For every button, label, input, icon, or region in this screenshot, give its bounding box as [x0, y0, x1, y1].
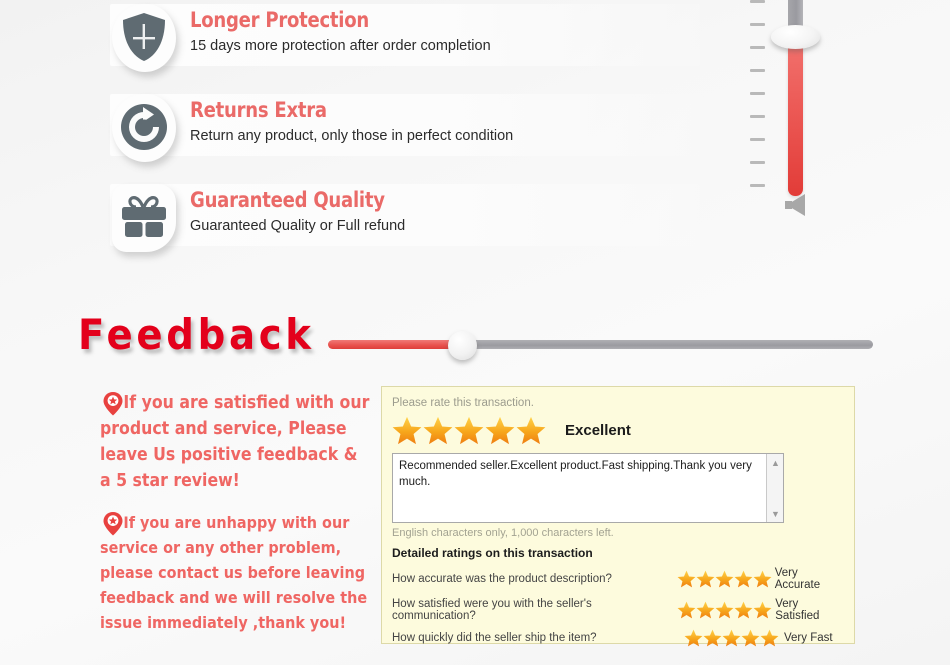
star-icon[interactable]	[684, 629, 703, 647]
tick-mark	[750, 115, 765, 118]
tick-mark	[750, 0, 765, 3]
rating-stars[interactable]	[684, 629, 784, 647]
textarea-scrollbar[interactable]: ▲ ▼	[766, 454, 783, 522]
star-icon[interactable]	[753, 570, 772, 588]
star-icon[interactable]	[516, 416, 546, 445]
speaker-icon[interactable]	[779, 190, 813, 220]
slider-track-empty[interactable]	[464, 340, 873, 349]
star-icon[interactable]	[423, 416, 453, 445]
vertical-volume-slider[interactable]	[745, 0, 835, 234]
feedback-note: If you are unhappy with our service or a…	[100, 510, 380, 635]
feedback-notes: If you are satisfied with our product an…	[100, 390, 380, 651]
slider-handle[interactable]	[771, 25, 820, 49]
tick-mark	[750, 138, 765, 141]
feature-text: Longer Protection 15 days more protectio…	[190, 8, 710, 57]
star-icon[interactable]	[392, 416, 422, 445]
slider-track-filled[interactable]	[788, 34, 803, 196]
detailed-rating-row: How quickly did the seller ship the item…	[392, 629, 844, 647]
star-icon[interactable]	[454, 416, 484, 445]
feature-row: Longer Protection 15 days more protectio…	[0, 0, 700, 78]
feature-row: Returns Extra Return any product, only t…	[0, 90, 700, 168]
rating-label: Very Accurate	[774, 567, 821, 591]
star-icon[interactable]	[677, 570, 696, 588]
tick-mark	[750, 23, 765, 26]
slider-tick-marks	[750, 0, 774, 194]
feature-title: Guaranteed Quality	[190, 188, 385, 212]
feature-icon-wrap	[106, 0, 180, 78]
tick-mark	[750, 69, 765, 72]
rating-label: Very Satisfied	[775, 598, 820, 622]
feedback-note-text: If you are unhappy with our service or a…	[100, 513, 368, 632]
feature-list: Longer Protection 15 days more protectio…	[0, 0, 760, 270]
feature-description: 15 days more protection after order comp…	[190, 38, 491, 54]
overall-rating[interactable]: Excellent	[392, 416, 844, 445]
star-icon[interactable]	[753, 601, 772, 619]
overall-rating-label: Excellent	[565, 422, 631, 439]
rating-question: How quickly did the seller ship the item…	[392, 632, 597, 644]
feedback-title: Feedback	[78, 310, 315, 359]
star-icon[interactable]	[715, 570, 734, 588]
feedback-note-text: If you are satisfied with our product an…	[100, 393, 370, 491]
feature-icon-wrap	[106, 180, 180, 258]
comment-textarea[interactable]: Recommended seller.Excellent product.Fas…	[392, 453, 784, 523]
star-icon[interactable]	[715, 601, 734, 619]
rating-question: How accurate was the product description…	[392, 573, 612, 585]
rating-question: How satisfied were you with the seller's…	[392, 598, 592, 622]
feature-title: Longer Protection	[190, 8, 369, 32]
slider-track-filled[interactable]	[328, 340, 468, 349]
rate-prompt: Please rate this transaction.	[392, 397, 534, 409]
gift-box-icon	[118, 188, 170, 246]
character-counter: English characters only, 1,000 character…	[392, 527, 614, 539]
rating-stars[interactable]	[677, 601, 775, 619]
horizontal-slider[interactable]	[328, 331, 873, 362]
slider-handle[interactable]	[448, 331, 477, 360]
star-icon[interactable]	[722, 629, 741, 647]
star-icon[interactable]	[760, 629, 779, 647]
rating-label: Very Fast	[784, 632, 833, 644]
feature-text: Returns Extra Return any product, only t…	[190, 98, 710, 147]
detailed-rating-row: How accurate was the product description…	[392, 567, 844, 591]
promo-page: Longer Protection 15 days more protectio…	[0, 0, 950, 665]
returns-refresh-icon	[118, 98, 170, 156]
star-icon[interactable]	[741, 629, 760, 647]
feedback-note: If you are satisfied with our product an…	[100, 390, 380, 494]
comment-text[interactable]: Recommended seller.Excellent product.Fas…	[399, 458, 761, 490]
shield-icon	[118, 8, 170, 66]
star-icon[interactable]	[734, 570, 753, 588]
star-icon[interactable]	[703, 629, 722, 647]
feature-description: Return any product, only those in perfec…	[190, 128, 514, 144]
star-icon[interactable]	[677, 601, 696, 619]
chevron-up-icon[interactable]: ▲	[767, 454, 784, 471]
tick-mark	[750, 184, 765, 187]
feature-row: Guaranteed Quality Guaranteed Quality or…	[0, 180, 700, 258]
tick-mark	[750, 92, 765, 95]
feature-text: Guaranteed Quality Guaranteed Quality or…	[190, 188, 710, 237]
chevron-down-icon[interactable]: ▼	[767, 505, 784, 522]
feature-title: Returns Extra	[190, 98, 327, 122]
feature-description: Guaranteed Quality or Full refund	[190, 218, 406, 234]
feature-icon-wrap	[106, 90, 180, 168]
detailed-ratings-heading: Detailed ratings on this transaction	[392, 546, 593, 560]
tick-mark	[750, 161, 765, 164]
tick-mark	[750, 46, 765, 49]
star-icon[interactable]	[696, 601, 715, 619]
rating-stars[interactable]	[677, 570, 775, 588]
star-icon[interactable]	[696, 570, 715, 588]
star-icon[interactable]	[485, 416, 515, 445]
rating-panel: Please rate this transaction. Excellent …	[381, 386, 855, 647]
star-icon[interactable]	[734, 601, 753, 619]
detailed-rating-row: How satisfied were you with the seller's…	[392, 598, 844, 622]
